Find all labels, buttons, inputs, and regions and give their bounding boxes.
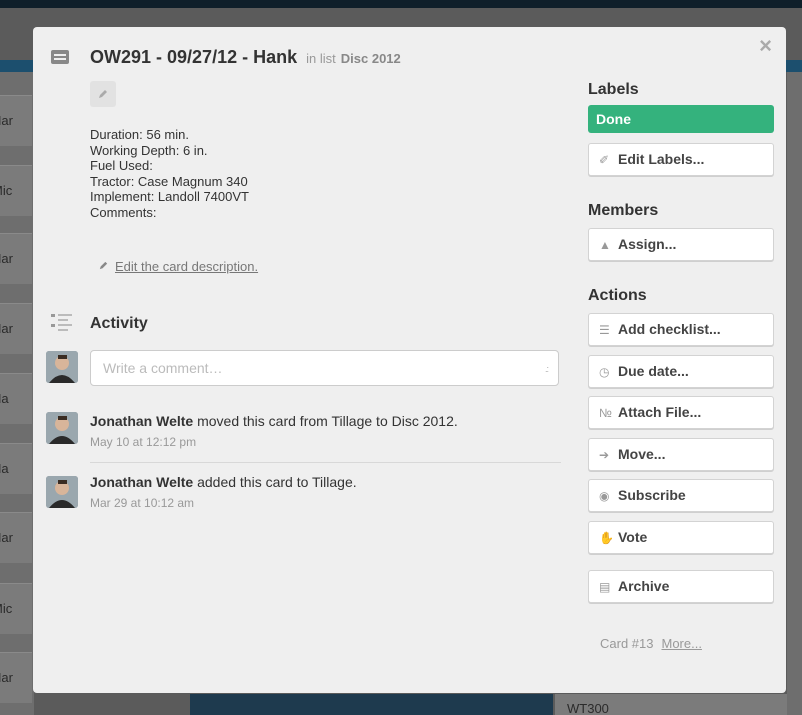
description-line: Fuel Used:	[90, 158, 153, 173]
eye-icon: ◉	[599, 489, 610, 503]
in-list-prefix: in list	[306, 51, 336, 66]
resize-grip-icon[interactable]: .:	[545, 364, 549, 374]
user-avatar-icon	[46, 351, 78, 383]
comment-input[interactable]	[91, 351, 535, 385]
assign-button[interactable]: ▲ Assign...	[588, 228, 774, 261]
board-header-bar	[0, 0, 802, 8]
card-icon	[51, 50, 69, 64]
add-checklist-label: Add checklist...	[618, 321, 721, 337]
edit-labels-button[interactable]: ✐ Edit Labels...	[588, 143, 774, 176]
avatar[interactable]	[46, 412, 78, 444]
activity-timestamp[interactable]: Mar 29 at 10:12 am	[90, 496, 194, 510]
activity-item: Jonathan Welte moved this card from Till…	[90, 413, 458, 429]
background-card[interactable]: WT300	[555, 694, 787, 715]
edit-description-button[interactable]	[90, 81, 116, 107]
close-icon[interactable]: ×	[759, 33, 772, 59]
assign-label: Assign...	[618, 236, 677, 252]
background-list-middle	[190, 694, 553, 715]
more-link[interactable]: More...	[661, 636, 701, 651]
background-list-right	[787, 72, 802, 715]
paperclip-icon: №	[599, 406, 612, 420]
due-date-label: Due date...	[618, 363, 689, 379]
move-label: Move...	[618, 446, 666, 462]
activity-divider	[90, 462, 561, 463]
members-heading: Members	[588, 202, 659, 219]
background-card[interactable]: Har	[0, 652, 32, 703]
member-name-link[interactable]: Jonathan Welte	[90, 474, 193, 490]
user-avatar-icon	[46, 476, 78, 508]
labels-heading: Labels	[588, 81, 639, 98]
vote-label: Vote	[618, 529, 648, 545]
vote-button[interactable]: ✋ Vote	[588, 521, 774, 554]
card-detail-modal: × OW291 - 09/27/12 - Hank in list Disc 2…	[33, 27, 786, 693]
background-card[interactable]: Ha	[0, 443, 32, 494]
clock-icon: ◷	[599, 365, 610, 379]
actions-heading: Actions	[588, 287, 647, 304]
archive-label: Archive	[618, 578, 670, 594]
checklist-icon: ☰	[599, 323, 610, 337]
pencil-icon	[99, 90, 107, 98]
activity-action-text: added this card to Tillage.	[197, 474, 357, 490]
card-title-text[interactable]: OW291 - 09/27/12 - Hank	[90, 47, 297, 67]
card-number: Card #13	[600, 636, 654, 651]
edit-description-link[interactable]: Edit the card description.	[98, 259, 258, 274]
tag-icon: ✐	[599, 153, 610, 167]
activity-list-icon	[51, 314, 72, 331]
description-line: Duration: 56 min.	[90, 127, 189, 142]
background-card[interactable]: Har	[0, 95, 32, 146]
add-checklist-button[interactable]: ☰ Add checklist...	[588, 313, 774, 346]
archive-button[interactable]: ▤ Archive	[588, 570, 774, 603]
arrow-right-icon: ➔	[599, 448, 610, 462]
attach-file-label: Attach File...	[618, 404, 702, 420]
background-card[interactable]: Mic	[0, 583, 32, 634]
archive-icon: ▤	[599, 580, 611, 594]
move-button[interactable]: ➔ Move...	[588, 438, 774, 471]
activity-item: Jonathan Welte added this card to Tillag…	[90, 474, 357, 490]
member-name-link[interactable]: Jonathan Welte	[90, 413, 193, 429]
background-card[interactable]: Har	[0, 303, 32, 354]
label-done-badge[interactable]: Done	[588, 105, 774, 133]
comment-box[interactable]: .:	[90, 350, 559, 386]
card-title[interactable]: OW291 - 09/27/12 - Hank in list Disc 201…	[90, 47, 401, 68]
background-card[interactable]: Har	[0, 512, 32, 563]
edit-description-text[interactable]: Edit the card description.	[115, 259, 258, 274]
description-line: Working Depth: 6 in.	[90, 142, 208, 158]
description-line: Tractor: Case Magnum 340	[90, 173, 248, 189]
description-line: Comments:	[90, 204, 157, 220]
activity-timestamp[interactable]: May 10 at 12:12 pm	[90, 435, 196, 449]
card-description: Duration: 56 min. Working Depth: 6 in. F…	[90, 127, 249, 220]
subscribe-label: Subscribe	[618, 487, 686, 503]
avatar[interactable]	[46, 351, 78, 383]
edit-labels-label: Edit Labels...	[618, 151, 705, 167]
attach-file-button[interactable]: № Attach File...	[588, 396, 774, 429]
pencil-icon	[99, 261, 108, 270]
card-footer: Card #13 More...	[600, 636, 702, 651]
background-card[interactable]: Ha	[0, 373, 32, 424]
user-avatar-icon	[46, 412, 78, 444]
description-line: Implement: Landoll 7400VT	[90, 189, 249, 204]
subscribe-button[interactable]: ◉ Subscribe	[588, 479, 774, 512]
background-card[interactable]: Mic	[0, 165, 32, 216]
activity-heading: Activity	[90, 315, 148, 332]
thumbs-up-icon: ✋	[599, 531, 614, 545]
due-date-button[interactable]: ◷ Due date...	[588, 355, 774, 388]
activity-action-text: moved this card from Tillage to Disc 201…	[197, 413, 458, 429]
avatar[interactable]	[46, 476, 78, 508]
list-name-link[interactable]: Disc 2012	[341, 51, 401, 66]
background-card[interactable]: Har	[0, 233, 32, 284]
person-icon: ▲	[599, 238, 611, 252]
